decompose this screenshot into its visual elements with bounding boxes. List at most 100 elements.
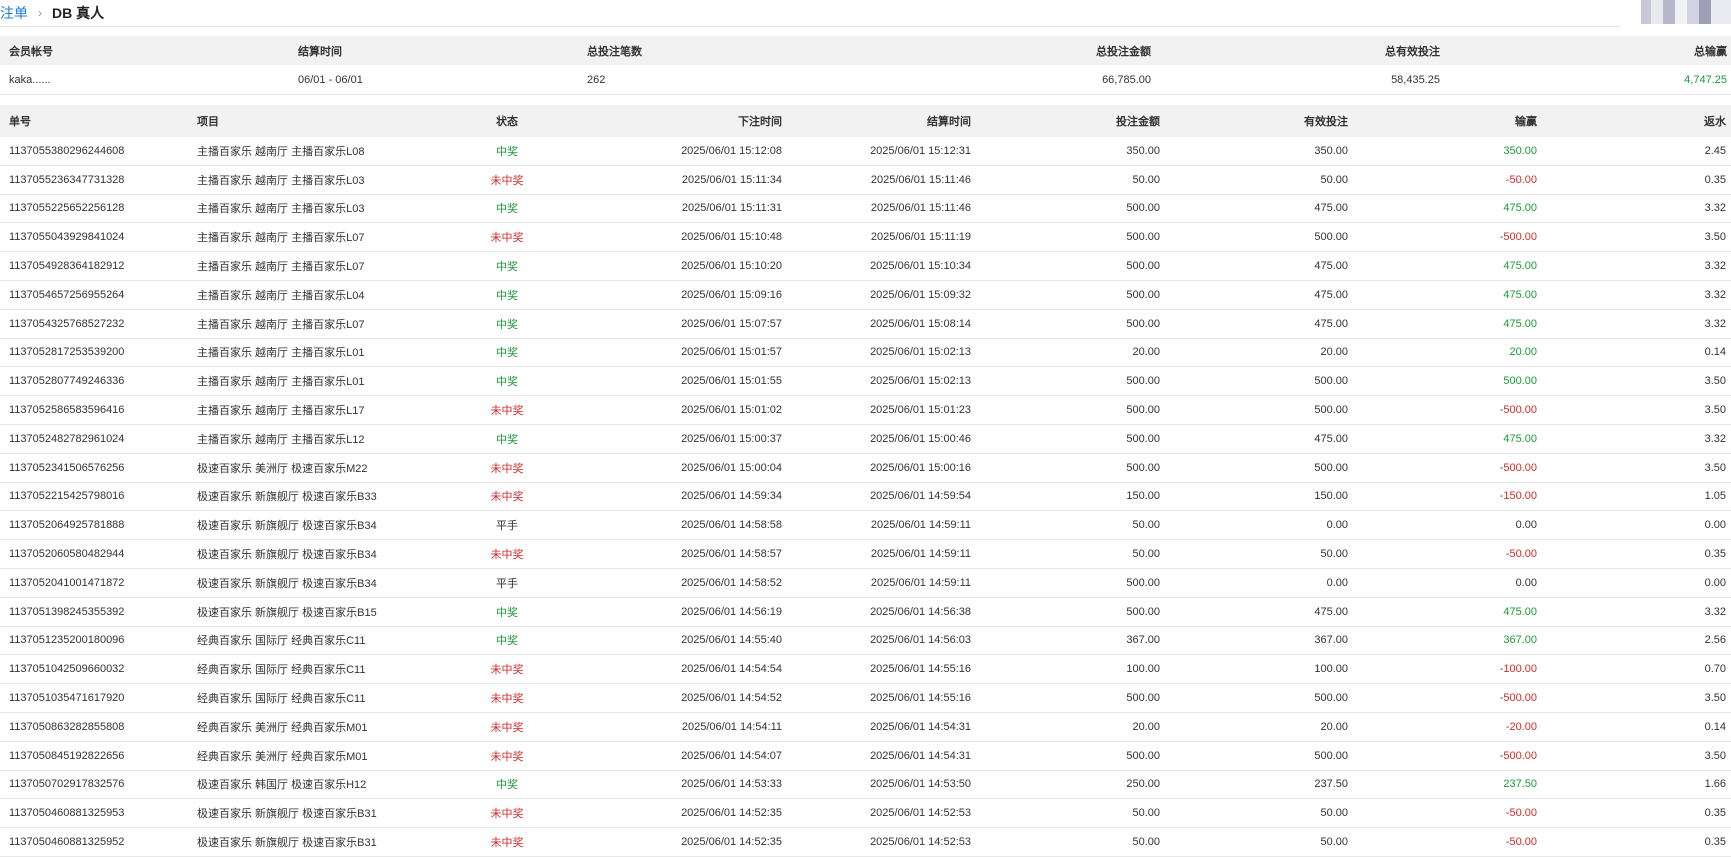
cell-order-id: 1137052215425798016 xyxy=(9,490,125,503)
cell-item: 极速百家乐 美洲厅 极速百家乐M22 xyxy=(197,462,368,475)
cell-win-loss: 475.00 xyxy=(1503,432,1537,445)
cell-settle-time: 2025/06/01 15:02:13 xyxy=(870,375,971,388)
table-body: 1137055380296244608 主播百家乐 越南厅 主播百家乐L08 中奖 2… xyxy=(0,137,1731,857)
cell-status: 未中奖 xyxy=(490,837,524,850)
cell-valid-bet: 500.00 xyxy=(1314,231,1348,244)
cell-rebate: 1.05 xyxy=(1704,490,1726,503)
cell-bet-amount: 500.00 xyxy=(1126,749,1160,762)
cell-valid-bet: 475.00 xyxy=(1314,432,1348,445)
summary-total-bet: 66,785.00 xyxy=(1102,73,1151,86)
cell-item: 主播百家乐 越南厅 主播百家乐L03 xyxy=(197,203,365,216)
cell-bet-time: 2025/06/01 15:10:48 xyxy=(681,231,782,244)
cell-valid-bet: 0.00 xyxy=(1326,576,1348,589)
cell-rebate: 3.50 xyxy=(1704,404,1726,417)
cell-item: 极速百家乐 韩国厅 极速百家乐H12 xyxy=(197,779,367,792)
cell-item: 极速百家乐 新旗舰厅 极速百家乐B33 xyxy=(197,491,377,504)
cell-win-loss: 475.00 xyxy=(1503,605,1537,618)
summary-header-total-win: 总输赢 xyxy=(1694,45,1727,58)
table-row: 1137055225652256128 主播百家乐 越南厅 主播百家乐L03 中奖 2… xyxy=(0,195,1731,224)
cell-status: 中奖 xyxy=(496,433,518,446)
cell-order-id: 1137050845192822656 xyxy=(9,749,125,762)
cell-win-loss: 20.00 xyxy=(1509,346,1537,359)
summary-header-row: 会员帐号 结算时间 总投注笔数 总投注金额 总有效投注 总输赢 xyxy=(0,36,1731,65)
cell-item: 经典百家乐 美洲厅 经典百家乐M01 xyxy=(197,721,368,734)
cell-order-id: 1137051398245355392 xyxy=(9,605,125,618)
cell-status: 未中奖 xyxy=(490,808,524,821)
cell-valid-bet: 475.00 xyxy=(1314,260,1348,273)
cell-bet-time: 2025/06/01 15:11:34 xyxy=(681,173,782,186)
header-settle-time: 结算时间 xyxy=(927,116,971,128)
cell-item: 极速百家乐 新旗舰厅 极速百家乐B34 xyxy=(197,549,377,562)
cell-valid-bet: 500.00 xyxy=(1314,692,1348,705)
cell-order-id: 1137051235200180096 xyxy=(9,634,125,647)
cell-rebate: 0.70 xyxy=(1704,663,1726,676)
cell-settle-time: 2025/06/01 14:59:11 xyxy=(870,548,971,561)
table-row: 1137050460881325952 极速百家乐 新旗舰厅 极速百家乐B31 未中… xyxy=(0,828,1731,857)
cell-win-loss: 0.00 xyxy=(1515,519,1537,532)
cell-item: 经典百家乐 国际厅 经典百家乐C11 xyxy=(197,664,366,677)
cell-item: 主播百家乐 越南厅 主播百家乐L17 xyxy=(197,405,365,418)
breadcrumb-parent-link[interactable]: 注单 xyxy=(0,3,28,23)
header-rebate: 返水 xyxy=(1704,116,1726,128)
cell-bet-time: 2025/06/01 14:52:35 xyxy=(681,807,782,820)
table-row: 1137051398245355392 极速百家乐 新旗舰厅 极速百家乐B15 中奖… xyxy=(0,598,1731,627)
cell-order-id: 1137052807749246336 xyxy=(9,375,125,388)
table-row: 1137050863282855808 经典百家乐 美洲厅 经典百家乐M01 未中奖… xyxy=(0,713,1731,742)
cell-status: 未中奖 xyxy=(490,491,524,504)
cell-valid-bet: 237.50 xyxy=(1314,778,1348,791)
table-row: 1137052215425798016 极速百家乐 新旗舰厅 极速百家乐B33 未中… xyxy=(0,483,1731,512)
cell-valid-bet: 0.00 xyxy=(1326,519,1348,532)
cell-settle-time: 2025/06/01 15:02:13 xyxy=(870,346,971,359)
cell-item: 主播百家乐 越南厅 主播百家乐L07 xyxy=(197,232,365,245)
cell-item: 主播百家乐 越南厅 主播百家乐L01 xyxy=(197,376,365,389)
table-row: 1137052586583596416 主播百家乐 越南厅 主播百家乐L17 未中奖… xyxy=(0,396,1731,425)
cell-bet-time: 2025/06/01 15:01:57 xyxy=(681,346,782,359)
table-row: 1137050702917832576 极速百家乐 韩国厅 极速百家乐H12 中奖 2… xyxy=(0,771,1731,800)
cell-valid-bet: 50.00 xyxy=(1320,548,1348,561)
cell-settle-time: 2025/06/01 15:00:46 xyxy=(870,432,971,445)
cell-rebate: 0.35 xyxy=(1704,173,1726,186)
cell-valid-bet: 150.00 xyxy=(1314,490,1348,503)
cell-bet-time: 2025/06/01 14:54:54 xyxy=(681,663,782,676)
avatar[interactable] xyxy=(1641,0,1731,24)
cell-item: 极速百家乐 新旗舰厅 极速百家乐B34 xyxy=(197,577,377,590)
cell-bet-amount: 50.00 xyxy=(1132,807,1160,820)
cell-bet-time: 2025/06/01 14:52:35 xyxy=(681,836,782,849)
table-row: 1137055380296244608 主播百家乐 越南厅 主播百家乐L08 中奖 2… xyxy=(0,137,1731,166)
header-bet-amount: 投注金额 xyxy=(1116,116,1160,128)
cell-order-id: 1137050460881325953 xyxy=(9,807,125,820)
cell-status: 中奖 xyxy=(496,145,518,158)
cell-bet-time: 2025/06/01 15:07:57 xyxy=(681,317,782,330)
cell-rebate: 3.32 xyxy=(1704,605,1726,618)
cell-bet-amount: 500.00 xyxy=(1126,231,1160,244)
cell-bet-time: 2025/06/01 14:59:34 xyxy=(681,490,782,503)
table-row: 1137051235200180096 经典百家乐 国际厅 经典百家乐C11 中奖 2… xyxy=(0,627,1731,656)
cell-bet-amount: 50.00 xyxy=(1132,836,1160,849)
cell-valid-bet: 475.00 xyxy=(1314,202,1348,215)
cell-bet-amount: 500.00 xyxy=(1126,375,1160,388)
cell-settle-time: 2025/06/01 14:52:53 xyxy=(870,836,971,849)
cell-bet-amount: 500.00 xyxy=(1126,288,1160,301)
cell-valid-bet: 500.00 xyxy=(1314,749,1348,762)
cell-bet-time: 2025/06/01 15:09:16 xyxy=(681,288,782,301)
cell-settle-time: 2025/06/01 14:54:31 xyxy=(870,749,971,762)
cell-item: 主播百家乐 越南厅 主播百家乐L07 xyxy=(197,318,365,331)
cell-valid-bet: 50.00 xyxy=(1320,807,1348,820)
cell-settle-time: 2025/06/01 14:56:03 xyxy=(870,634,971,647)
cell-win-loss: 500.00 xyxy=(1503,375,1537,388)
cell-win-loss: -50.00 xyxy=(1505,807,1537,820)
cell-status: 未中奖 xyxy=(490,750,524,763)
cell-item: 极速百家乐 新旗舰厅 极速百家乐B31 xyxy=(197,837,377,850)
cell-bet-amount: 50.00 xyxy=(1132,519,1160,532)
cell-order-id: 1137050460881325952 xyxy=(9,836,125,849)
table-row: 1137052041001471872 极速百家乐 新旗舰厅 极速百家乐B34 平手… xyxy=(0,569,1731,598)
cell-bet-amount: 367.00 xyxy=(1126,634,1160,647)
cell-settle-time: 2025/06/01 15:10:34 xyxy=(870,260,971,273)
summary-account: kaka...... xyxy=(9,73,51,86)
cell-bet-amount: 100.00 xyxy=(1126,663,1160,676)
cell-bet-amount: 500.00 xyxy=(1126,432,1160,445)
cell-status: 中奖 xyxy=(496,376,518,389)
cell-status: 中奖 xyxy=(496,261,518,274)
cell-item: 主播百家乐 越南厅 主播百家乐L04 xyxy=(197,289,365,302)
cell-order-id: 1137054928364182912 xyxy=(9,260,125,273)
